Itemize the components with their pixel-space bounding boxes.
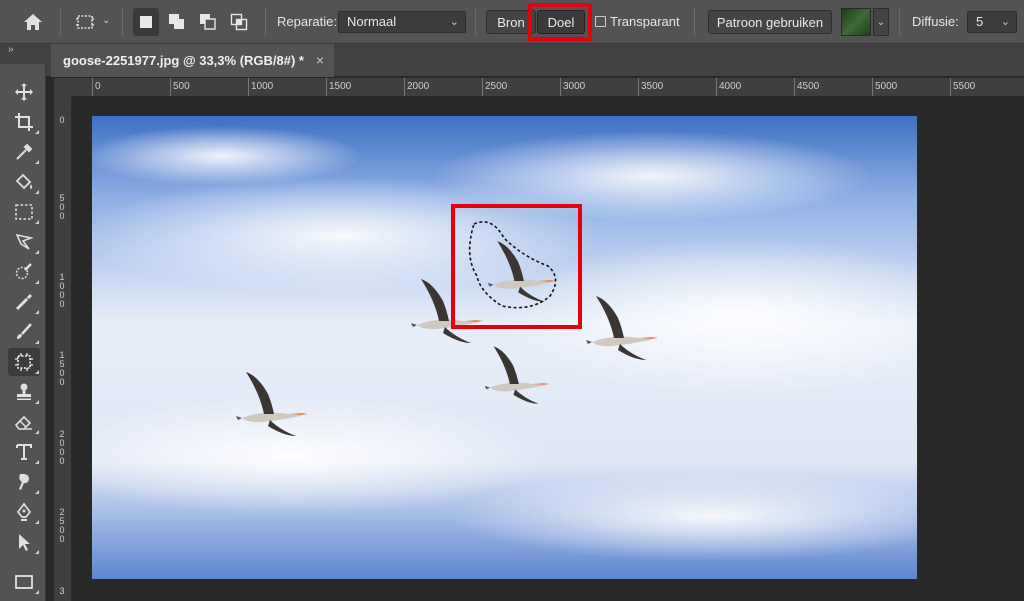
ruler-label: 4000: [719, 81, 742, 92]
eraser-icon[interactable]: [8, 408, 40, 436]
transparent-label: Transparant: [610, 14, 680, 29]
document-tab-bar: » goose-2251977.jpg @ 33,3% (RGB/8#) * ×: [0, 44, 1024, 77]
ruler-label: 2000: [59, 429, 65, 466]
diffusion-select[interactable]: 5 ⌄: [967, 11, 1017, 33]
marquee-icon[interactable]: [8, 198, 40, 226]
home-icon[interactable]: [20, 8, 46, 36]
preset-chevron-icon[interactable]: ⌄: [102, 15, 110, 26]
ruler-label: 4500: [797, 81, 820, 92]
tools-panel: [0, 64, 46, 601]
intersect-selection-icon[interactable]: [226, 8, 252, 36]
repair-mode-select[interactable]: Normaal ⌄: [338, 11, 466, 33]
ruler-label: 3500: [641, 81, 664, 92]
ruler-label: 3000: [563, 81, 586, 92]
transparent-checkbox[interactable]: [595, 16, 606, 27]
ruler-label: 1000: [59, 272, 65, 309]
ruler-label: 5000: [875, 81, 898, 92]
diffusion-value: 5: [976, 14, 984, 29]
ruler-label: 0: [95, 81, 101, 92]
ruler-label: 500: [59, 193, 65, 221]
type-icon[interactable]: [8, 438, 40, 466]
options-bar: ⌄ Reparatie: Normaal ⌄ Bron Doel Transpa…: [0, 0, 1024, 44]
quick-selection-icon[interactable]: [8, 258, 40, 286]
chevron-down-icon: ⌄: [449, 16, 459, 28]
ruler-label: 1500: [329, 81, 352, 92]
patch-icon[interactable]: [8, 348, 40, 376]
move-icon[interactable]: [8, 78, 40, 106]
eyedropper-icon[interactable]: [8, 138, 40, 166]
ruler-label: 2500: [485, 81, 508, 92]
ruler-label: 3: [59, 586, 65, 596]
ruler-label: 1000: [251, 81, 274, 92]
add-to-selection-icon[interactable]: [164, 8, 190, 36]
chevron-down-icon: ⌄: [1000, 16, 1010, 28]
horizontal-ruler[interactable]: 0 500 1000 1500 2000 2500 3000 3500 4000…: [72, 78, 1024, 97]
target-highlight-frame: [528, 3, 592, 41]
lasso-icon[interactable]: [8, 228, 40, 256]
ruler-label: 0: [59, 115, 65, 125]
collapse-panels-icon[interactable]: »: [8, 44, 14, 55]
repair-label: Reparatie:: [277, 14, 337, 29]
diffusion-label: Diffusie:: [912, 14, 959, 29]
pen-icon[interactable]: [8, 498, 40, 526]
brush-icon[interactable]: [8, 318, 40, 346]
ruler-label: 1500: [59, 350, 65, 387]
stamp-icon[interactable]: [8, 378, 40, 406]
smudge-icon[interactable]: [8, 468, 40, 496]
pattern-chevron-icon[interactable]: ⌄: [873, 8, 889, 36]
ruler-corner: [54, 78, 72, 97]
ruler-label: 2000: [407, 81, 430, 92]
paint-bucket-icon[interactable]: [8, 168, 40, 196]
document-image[interactable]: [92, 116, 917, 579]
arrow-icon[interactable]: [8, 528, 40, 556]
document-tab[interactable]: goose-2251977.jpg @ 33,3% (RGB/8#) * ×: [51, 44, 334, 77]
vertical-ruler[interactable]: 0 500 1000 1500 2000 2500 3: [54, 97, 72, 601]
new-selection-icon[interactable]: [133, 8, 159, 36]
ruler-label: 5500: [953, 81, 976, 92]
document-title: goose-2251977.jpg @ 33,3% (RGB/8#) *: [63, 53, 304, 68]
pattern-swatch[interactable]: [841, 8, 871, 36]
healing-brush-icon[interactable]: [8, 288, 40, 316]
subtract-from-selection-icon[interactable]: [195, 8, 221, 36]
ruler-label: 500: [173, 81, 190, 92]
close-icon[interactable]: ×: [316, 52, 324, 68]
ruler-label: 2500: [59, 507, 65, 544]
use-pattern-button[interactable]: Patroon gebruiken: [708, 10, 832, 34]
rectangle-icon[interactable]: [8, 568, 40, 596]
crop-icon[interactable]: [8, 108, 40, 136]
patch-tool-preset-icon[interactable]: [72, 8, 98, 36]
repair-mode-value: Normaal: [347, 14, 397, 29]
